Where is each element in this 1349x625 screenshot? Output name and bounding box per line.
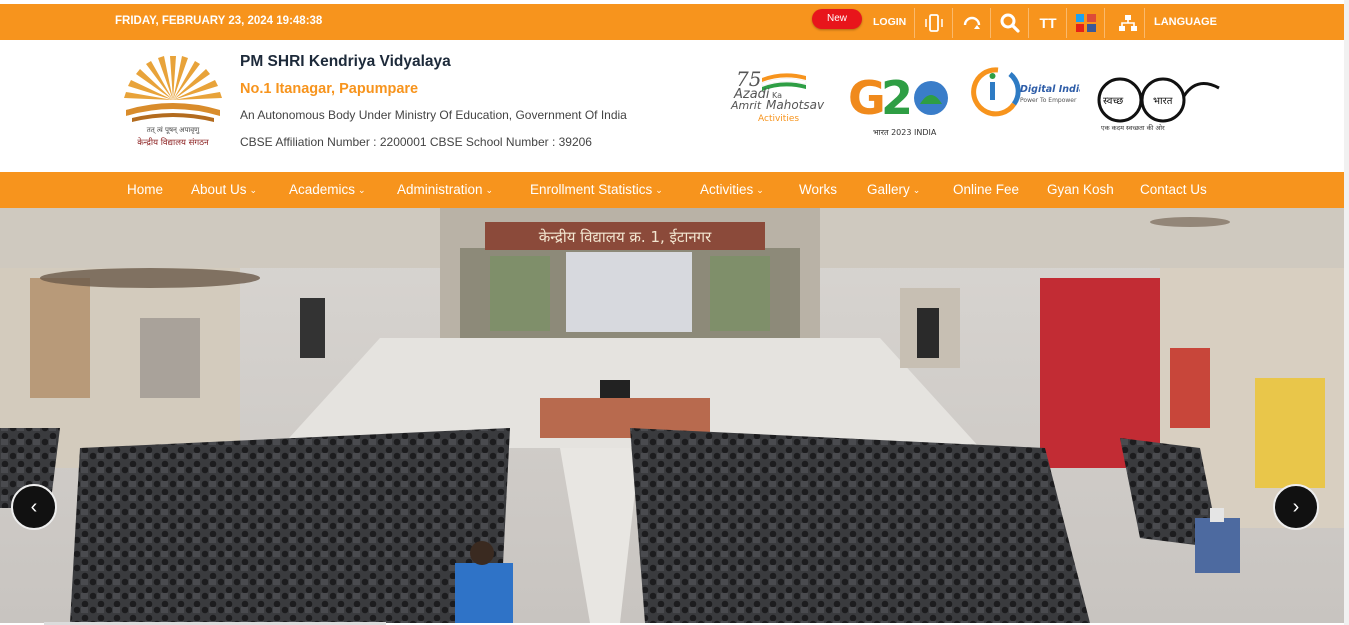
cbse-affiliation: CBSE Affiliation Number : 2200001 CBSE S… [240, 135, 592, 149]
nav-academics[interactable]: Academics ⌄ [289, 182, 366, 197]
hero-slider: केन्द्रीय विद्यालय क्र. 1, ईटानगर [0, 208, 1344, 623]
g20-logo[interactable]: G 2 भारत 2023 INDIA [848, 64, 950, 142]
divider [952, 8, 953, 38]
main-navigation: Home About Us ⌄ Academics ⌄ Administration… [0, 172, 1344, 208]
current-datetime: FRIDAY, FEBRUARY 23, 2024 19:48:38 [115, 15, 323, 27]
chevron-down-icon: ⌄ [485, 185, 494, 195]
nav-administration[interactable]: Administration ⌄ [397, 182, 493, 197]
nav-contact-us[interactable]: Contact Us [1140, 182, 1207, 197]
divider [990, 8, 991, 38]
svg-text:तत् त्वं पूषन् अपावृणु: तत् त्वं पूषन् अपावृणु [147, 126, 200, 134]
divider [1028, 8, 1029, 38]
nav-home[interactable]: Home [127, 182, 163, 197]
svg-text:2: 2 [881, 71, 913, 125]
nav-works[interactable]: Works [799, 182, 837, 197]
amrit-text: Amrit [730, 99, 762, 112]
top-utility-bar: FRIDAY, FEBRUARY 23, 2024 19:48:38 New L… [0, 4, 1344, 40]
language-selector[interactable]: LANGUAGE [1154, 16, 1217, 28]
login-link[interactable]: LOGIN [873, 16, 906, 28]
swachh-bharat-logo[interactable]: स्वच्छ भारत एक कदम स्वच्छता की ओर [1093, 66, 1223, 136]
swachh-text: स्वच्छ [1103, 96, 1123, 107]
mobile-icon[interactable] [918, 9, 950, 37]
azadi-ka-amrit-mahotsav-logo[interactable]: 75 Azadi Ka Amrit Mahotsav Activities [728, 64, 828, 134]
assembly-hall-photo: केन्द्रीय विद्यालय क्र. 1, ईटानगर [0, 208, 1344, 623]
divider [1066, 8, 1067, 38]
chevron-down-icon: ⌄ [756, 185, 764, 195]
slider-prev-button[interactable]: ‹ [11, 484, 57, 530]
site-header: तत् त्वं पूषन् अपावृणु केन्द्रीय विद्याल… [0, 40, 1344, 172]
divider [1104, 8, 1105, 38]
chevron-down-icon: ⌄ [655, 185, 663, 195]
search-icon[interactable] [994, 9, 1026, 37]
mahotsav-text: Mahotsav [766, 98, 825, 112]
nav-activities[interactable]: Activities ⌄ [700, 182, 764, 197]
kvs-logo-caption: केन्द्रीय विद्यालय संगठन [137, 137, 209, 148]
chevron-left-icon: ‹ [30, 495, 38, 518]
school-branch: No.1 Itanagar, Papumpare [240, 81, 419, 97]
activities-text: Activities [758, 114, 799, 124]
nav-enrollment-statistics[interactable]: Enrollment Statistics ⌄ [530, 182, 663, 197]
swachh-tagline: एक कदम स्वच्छता की ओर [1101, 124, 1165, 132]
bharat-text: भारत [1153, 96, 1173, 107]
chevron-right-icon: › [1292, 495, 1300, 518]
chevron-down-icon: ⌄ [358, 185, 366, 195]
social-icon[interactable] [1070, 9, 1102, 37]
nav-online-fee[interactable]: Online Fee [953, 182, 1019, 197]
chevron-down-icon: ⌄ [912, 185, 921, 195]
new-badge[interactable]: New [812, 9, 862, 29]
text-size-icon[interactable]: TT [1032, 9, 1064, 37]
g20-subtitle: भारत 2023 INDIA [873, 128, 937, 137]
school-authority: An Autonomous Body Under Ministry Of Edu… [240, 108, 627, 122]
divider [1144, 8, 1145, 38]
nav-gallery[interactable]: Gallery ⌄ [867, 182, 920, 197]
screen-reader-icon[interactable] [956, 9, 988, 37]
digital-india-sub: Power To Empower [1020, 97, 1077, 104]
page-scrollbar[interactable] [1344, 0, 1349, 625]
divider [914, 8, 915, 38]
digital-india-text: Digital India [1020, 84, 1080, 95]
school-name: PM SHRI Kendriya Vidyalaya [240, 53, 451, 70]
nav-gyan-kosh[interactable]: Gyan Kosh [1047, 182, 1114, 197]
hall-banner-text: केन्द्रीय विद्यालय क्र. 1, ईटानगर [539, 228, 712, 246]
slider-next-button[interactable]: › [1273, 484, 1319, 530]
kvs-logo[interactable]: तत् त्वं पूषन् अपावृणु केन्द्रीय विद्याल… [118, 48, 228, 148]
chevron-down-icon: ⌄ [249, 185, 258, 195]
digital-india-logo[interactable]: Digital India Power To Empower [970, 64, 1085, 120]
sitemap-icon[interactable] [1112, 9, 1144, 37]
nav-about-us[interactable]: About Us ⌄ [191, 182, 257, 197]
